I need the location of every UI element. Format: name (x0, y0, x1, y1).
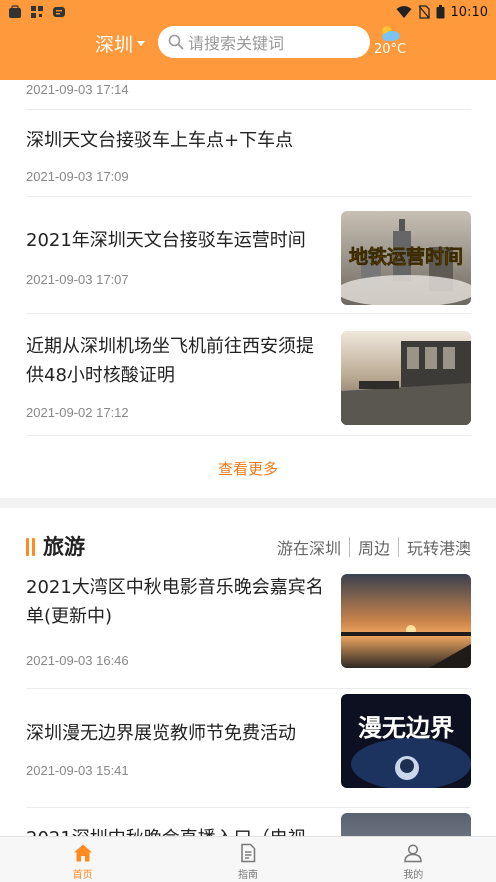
bag-icon (9, 5, 21, 18)
caret-down-icon (137, 41, 146, 46)
list-item[interactable]: 2021-09-03 17:14 (26, 80, 471, 110)
tab-home[interactable]: 首页 (0, 837, 165, 882)
home-icon (73, 844, 92, 862)
list-item[interactable]: 2021深圳中秋晚会直播入口（电视 (26, 808, 471, 836)
divider (348, 537, 350, 557)
app-header: 10:10 深圳 请搜索关键词 20°C (0, 0, 496, 80)
city-selector[interactable]: 深圳 (95, 30, 146, 57)
top-bar: 深圳 请搜索关键词 20°C (0, 24, 496, 64)
tab-hk-macau[interactable]: 玩转港澳 (407, 535, 471, 559)
travel-date: 2021-09-03 16:46 (26, 653, 129, 668)
list-item[interactable]: 深圳天文台接驳车上车点+下车点 2021-09-03 17:09 (26, 110, 471, 197)
tab-shenzhen[interactable]: 游在深圳 (277, 535, 341, 559)
news-thumbnail (341, 331, 471, 425)
news-date: 2021-09-02 17:12 (26, 405, 129, 420)
document-icon (241, 843, 256, 863)
news-date: 2021-09-03 17:09 (26, 169, 129, 184)
travel-title: 深圳漫无边界展览教师节免费活动 (26, 723, 296, 744)
travel-thumbnail: 漫无边界 (341, 694, 471, 788)
thumb-text: 漫无边界 (358, 714, 454, 742)
tab-label: 指南 (237, 870, 258, 881)
section-header: 旅游 游在深圳 周边 玩转港澳 (26, 532, 471, 562)
list-item[interactable]: 近期从深圳机场坐飞机前往西安须提供48小时核酸证明 2021-09-02 17:… (26, 314, 471, 436)
news-card: 2021-09-03 17:14 深圳天文台接驳车上车点+下车点 2021-09… (0, 80, 496, 498)
section-tabs: 游在深圳 周边 玩转港澳 (277, 535, 471, 559)
status-time: 10:10 (450, 4, 488, 20)
thumb-text: 地铁运营时间 (349, 245, 463, 268)
news-title: 2021年深圳天文台接驳车运营时间 (26, 230, 306, 251)
travel-date: 2021-09-03 15:41 (26, 763, 129, 778)
tab-profile[interactable]: 我的 (331, 837, 496, 882)
battery-icon (436, 5, 445, 19)
section-marker (26, 538, 35, 556)
news-date: 2021-09-03 17:07 (26, 272, 129, 287)
divider (397, 537, 399, 557)
wifi-icon (396, 6, 412, 18)
qr-icon (31, 6, 43, 18)
list-item[interactable]: 2021年深圳天文台接驳车运营时间 2021-09-03 17:07 地铁运营时… (26, 197, 471, 314)
news-title: 近期从深圳机场坐飞机前往西安须提供48小时核酸证明 (26, 336, 314, 386)
tab-guide[interactable]: 指南 (165, 837, 330, 882)
tab-label: 首页 (72, 870, 93, 881)
section-title: 旅游 (43, 535, 85, 559)
search-placeholder: 请搜索关键词 (188, 34, 285, 53)
news-title: 深圳天文台接驳车上车点+下车点 (26, 130, 294, 151)
temperature: 20°C (374, 42, 407, 57)
status-bar: 10:10 (0, 0, 496, 24)
travel-card: 旅游 游在深圳 周边 玩转港澳 2021大湾区中秋电影音乐晚会嘉宾名单(更新中)… (0, 508, 496, 836)
list-item[interactable]: 深圳漫无边界展览教师节免费活动 2021-09-03 15:41 漫无边界 (26, 689, 471, 808)
weather-widget[interactable]: 20°C (372, 24, 412, 64)
chat-icon (53, 7, 65, 17)
search-input[interactable]: 请搜索关键词 (158, 26, 370, 58)
view-more-button[interactable]: 查看更多 (0, 458, 496, 479)
news-thumbnail: 地铁运营时间 (341, 211, 471, 305)
bottom-tab-bar: 首页 指南 我的 (0, 836, 496, 882)
travel-title: 2021大湾区中秋电影音乐晚会嘉宾名单(更新中) (26, 577, 324, 627)
cloudy-sun-icon (382, 26, 400, 41)
search-icon (168, 34, 184, 50)
tab-label: 我的 (403, 870, 424, 881)
news-date: 2021-09-03 17:14 (26, 82, 129, 97)
no-sim-icon (418, 5, 430, 19)
travel-title: 2021深圳中秋晚会直播入口（电视 (26, 824, 326, 836)
user-icon (404, 844, 423, 863)
tab-nearby[interactable]: 周边 (358, 535, 390, 559)
list-item[interactable]: 2021大湾区中秋电影音乐晚会嘉宾名单(更新中) 2021-09-03 16:4… (26, 570, 471, 689)
travel-thumbnail (341, 574, 471, 668)
main-content: 2021-09-03 17:14 深圳天文台接驳车上车点+下车点 2021-09… (0, 80, 496, 836)
travel-thumbnail (341, 813, 471, 836)
city-label: 深圳 (95, 34, 134, 56)
